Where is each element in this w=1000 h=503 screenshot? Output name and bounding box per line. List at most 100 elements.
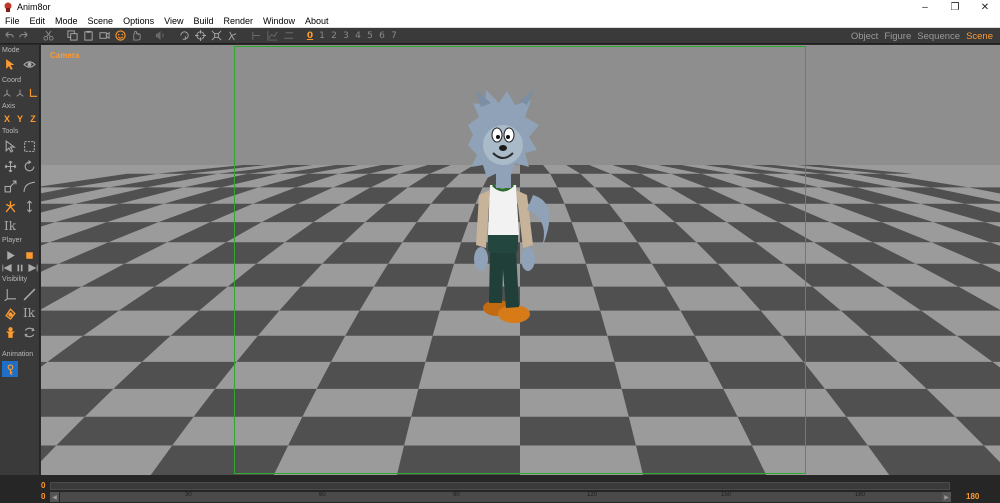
key-frame-icon[interactable] xyxy=(249,29,263,43)
arrow-mode-icon[interactable] xyxy=(1,57,19,71)
menu-edit[interactable]: Edit xyxy=(25,14,51,28)
rotate-icon[interactable] xyxy=(20,159,38,173)
scale-icon[interactable] xyxy=(209,29,223,43)
tick-180: 180 xyxy=(855,492,866,498)
pause-icon[interactable] xyxy=(14,262,26,274)
axis-y-toggle[interactable]: Y xyxy=(14,113,26,125)
menu-options[interactable]: Options xyxy=(118,14,159,28)
frame-6[interactable]: 6 xyxy=(376,31,388,41)
show-objects-icon[interactable] xyxy=(1,306,19,320)
tick-30: 30 xyxy=(185,492,192,498)
tick-90: 90 xyxy=(453,492,460,498)
coord-screen-icon[interactable] xyxy=(14,87,26,99)
scene-viewport[interactable]: Camera xyxy=(41,45,1000,475)
tick-150: 150 xyxy=(721,492,732,498)
toolbar: 0 1 2 3 4 5 6 7 Object Figure Sequence S… xyxy=(0,28,1000,44)
drag-select-icon[interactable] xyxy=(20,139,38,153)
section-label-tools: Tools xyxy=(2,128,19,135)
sound-icon[interactable] xyxy=(153,29,167,43)
window-title: Anim8or xyxy=(17,2,51,12)
view-eye-icon[interactable] xyxy=(20,57,38,71)
frame-7[interactable]: 7 xyxy=(388,31,400,41)
ik-tool-icon[interactable]: Ik xyxy=(1,219,19,233)
show-axes-icon[interactable] xyxy=(1,287,19,301)
mode-tabs: Object Figure Sequence Scene xyxy=(848,28,996,44)
title-bar: Anim8or – ❐ ✕ xyxy=(0,0,1000,14)
anim8or-app-icon xyxy=(4,2,12,12)
timeline-start-top: 0 xyxy=(41,481,46,490)
menu-about[interactable]: About xyxy=(300,14,334,28)
mode-tab-object[interactable]: Object xyxy=(848,31,881,42)
show-figures-icon[interactable] xyxy=(1,325,19,339)
axis-x-toggle[interactable]: X xyxy=(1,113,13,125)
timeline-end-bottom: 180 xyxy=(966,492,980,501)
play-icon[interactable] xyxy=(1,248,19,262)
tick-120: 120 xyxy=(587,492,598,498)
frame-1[interactable]: 1 xyxy=(316,31,328,41)
camera-label: Camera xyxy=(50,51,80,60)
timeline-start-bottom: 0 xyxy=(41,492,46,501)
window-controls: – ❐ ✕ xyxy=(910,0,1000,14)
checkerboard-floor xyxy=(41,89,1000,475)
animate-key-icon[interactable] xyxy=(2,361,18,377)
graph-icon[interactable] xyxy=(265,29,279,43)
bone-axis-icon[interactable] xyxy=(20,199,38,213)
show-ik-icon[interactable]: Ik xyxy=(20,306,38,320)
frame-0[interactable]: 0 xyxy=(304,31,316,41)
track-icon[interactable] xyxy=(281,29,295,43)
section-label-mode: Mode xyxy=(2,47,20,54)
menu-file[interactable]: File xyxy=(0,14,25,28)
bend-icon[interactable] xyxy=(20,179,38,193)
maximize-icon[interactable]: ❐ xyxy=(940,0,970,14)
menu-window[interactable]: Window xyxy=(258,14,300,28)
coord-world-icon[interactable] xyxy=(1,87,13,99)
left-tool-panel: Mode Coord Axis X Y Z Tools Ik Player Vi… xyxy=(0,45,40,475)
menu-scene[interactable]: Scene xyxy=(83,14,119,28)
stop-icon[interactable] xyxy=(20,248,38,262)
bone-pose-icon[interactable] xyxy=(1,199,19,213)
mode-tab-scene[interactable]: Scene xyxy=(963,31,996,42)
figure-icon[interactable] xyxy=(225,29,239,43)
menu-bar: File Edit Mode Scene Options View Build … xyxy=(0,14,1000,28)
rewind-icon[interactable] xyxy=(1,262,13,274)
frame-3[interactable]: 3 xyxy=(340,31,352,41)
timeline-ruler[interactable]: 30 60 90 120 150 180 xyxy=(60,492,950,502)
menu-mode[interactable]: Mode xyxy=(50,14,83,28)
section-label-player: Player xyxy=(2,237,22,244)
mode-tab-figure[interactable]: Figure xyxy=(881,31,914,42)
target-icon[interactable] xyxy=(193,29,207,43)
scale-tool-icon[interactable] xyxy=(1,179,19,193)
timeline-bar: 0 0 ◀ 30 60 90 120 150 180 ▶ 180 xyxy=(0,475,1000,503)
redo-icon[interactable] xyxy=(17,29,31,43)
hand-icon[interactable] xyxy=(129,29,143,43)
camera-view-icon[interactable] xyxy=(97,29,111,43)
minimize-icon[interactable]: – xyxy=(910,0,940,14)
coord-local-icon[interactable] xyxy=(27,87,39,99)
tick-60: 60 xyxy=(319,492,326,498)
section-label-animation: Animation xyxy=(2,351,34,358)
frame-2[interactable]: 2 xyxy=(328,31,340,41)
axis-z-toggle[interactable]: Z xyxy=(27,113,39,125)
menu-build[interactable]: Build xyxy=(188,14,218,28)
copy-icon[interactable] xyxy=(65,29,79,43)
menu-view[interactable]: View xyxy=(159,14,188,28)
arc-rotate-icon[interactable] xyxy=(177,29,191,43)
show-targets-icon[interactable] xyxy=(20,325,38,339)
cut-icon[interactable] xyxy=(41,29,55,43)
smiley-icon[interactable] xyxy=(113,29,127,43)
frame-4[interactable]: 4 xyxy=(352,31,364,41)
select-arrow-icon[interactable] xyxy=(1,139,19,153)
timeline-track-top[interactable] xyxy=(50,482,950,490)
menu-render[interactable]: Render xyxy=(218,14,258,28)
close-icon[interactable]: ✕ xyxy=(970,0,1000,14)
undo-icon[interactable] xyxy=(1,29,15,43)
paste-icon[interactable] xyxy=(81,29,95,43)
timeline-scroll-left-icon[interactable]: ◀ xyxy=(50,492,59,502)
mode-tab-sequence[interactable]: Sequence xyxy=(914,31,963,42)
frame-5[interactable]: 5 xyxy=(364,31,376,41)
section-label-visibility: Visibility xyxy=(2,276,28,283)
show-paths-icon[interactable] xyxy=(20,287,38,301)
timeline-scroll-right-icon[interactable]: ▶ xyxy=(942,492,951,502)
fast-forward-icon[interactable] xyxy=(27,262,39,274)
move-icon[interactable] xyxy=(1,159,19,173)
